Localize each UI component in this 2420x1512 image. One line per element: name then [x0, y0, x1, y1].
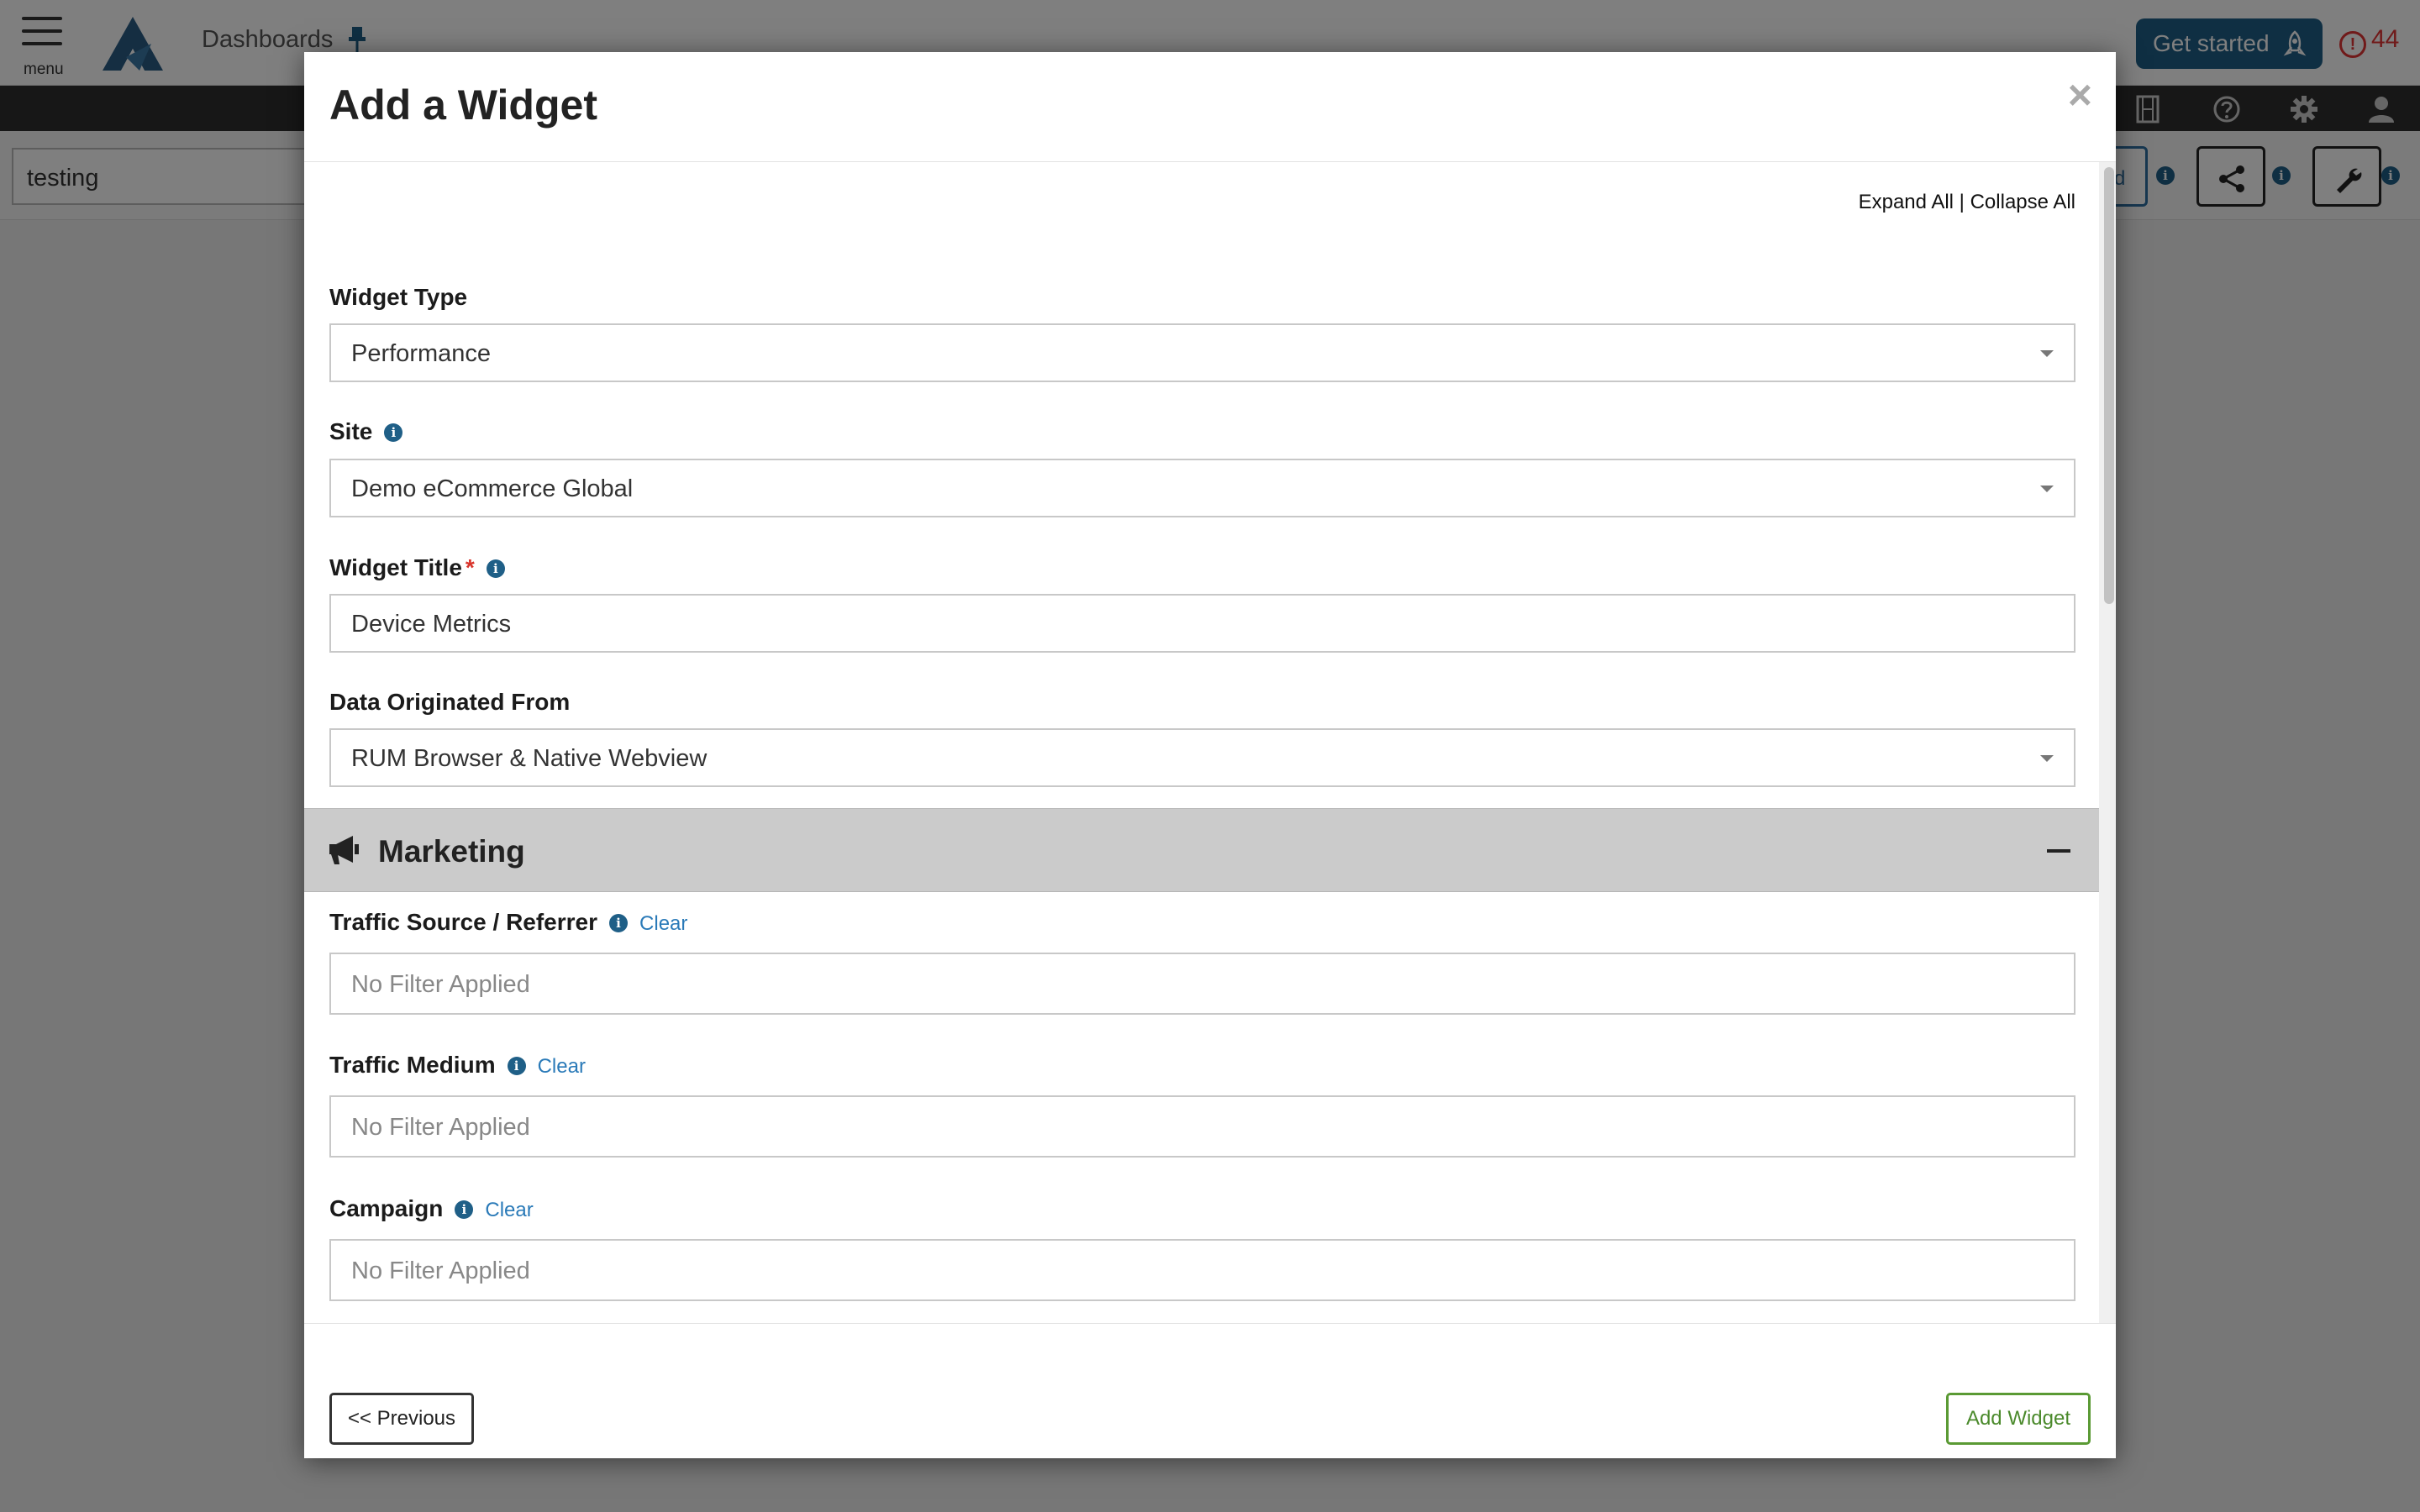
traffic-source-label-text: Traffic Source / Referrer — [329, 909, 598, 935]
link-separator: | — [1954, 191, 1970, 213]
widget-type-label-text: Widget Type — [329, 284, 468, 310]
traffic-source-clear-link[interactable]: Clear — [639, 912, 687, 936]
traffic-medium-label-text: Traffic Medium — [329, 1052, 496, 1078]
collapse-icon[interactable] — [2047, 849, 2070, 853]
traffic-medium-clear-link[interactable]: Clear — [538, 1055, 586, 1079]
site-value: Demo eCommerce Global — [351, 475, 634, 502]
previous-button[interactable]: << Previous — [329, 1393, 474, 1445]
chevron-down-icon — [2040, 755, 2054, 762]
megaphone-icon — [329, 836, 359, 864]
marketing-section-header[interactable]: Marketing — [304, 808, 2099, 892]
chevron-down-icon — [2040, 486, 2054, 492]
widget-title-label-text: Widget Title — [329, 554, 462, 580]
campaign-clear-link[interactable]: Clear — [485, 1199, 533, 1222]
required-marker: * — [465, 554, 475, 580]
data-origin-label-text: Data Originated From — [329, 689, 571, 715]
collapse-all-link[interactable]: Collapse All — [1970, 191, 2075, 213]
widget-title-label: Widget Title * i — [329, 554, 505, 581]
marketing-section-title: Marketing — [378, 834, 525, 869]
info-icon[interactable]: i — [507, 1057, 526, 1075]
traffic-source-filter-input[interactable]: No Filter Applied — [329, 953, 2075, 1015]
campaign-filter-input[interactable]: No Filter Applied — [329, 1239, 2075, 1301]
info-icon[interactable]: i — [384, 423, 403, 442]
info-icon[interactable]: i — [455, 1200, 474, 1219]
modal-body: Expand All | Collapse All Widget Type Pe… — [304, 162, 2116, 1323]
traffic-medium-label: Traffic Medium i Clear — [329, 1052, 586, 1079]
site-label-text: Site — [329, 418, 373, 444]
close-icon[interactable]: × — [2068, 71, 2092, 119]
expand-all-link[interactable]: Expand All — [1859, 191, 1954, 213]
scrollbar-thumb[interactable] — [2104, 167, 2114, 604]
traffic-medium-placeholder: No Filter Applied — [351, 1114, 530, 1141]
campaign-label-text: Campaign — [329, 1195, 444, 1221]
data-origin-value: RUM Browser & Native Webview — [351, 745, 708, 772]
modal-header: Add a Widget × — [304, 52, 2116, 162]
traffic-source-label: Traffic Source / Referrer i Clear — [329, 909, 687, 936]
info-icon[interactable]: i — [609, 914, 629, 932]
site-label: Site i — [329, 418, 403, 445]
chevron-down-icon — [2040, 350, 2054, 357]
modal-title: Add a Widget — [329, 81, 597, 129]
data-origin-select[interactable]: RUM Browser & Native Webview — [329, 728, 2075, 787]
campaign-label: Campaign i Clear — [329, 1195, 534, 1222]
widget-type-select[interactable]: Performance — [329, 323, 2075, 382]
widget-title-input[interactable]: Device Metrics — [329, 594, 2075, 653]
widget-type-label: Widget Type — [329, 284, 467, 311]
campaign-placeholder: No Filter Applied — [351, 1257, 530, 1284]
add-widget-modal: Add a Widget × Expand All | Collapse All… — [304, 52, 2116, 1458]
traffic-medium-filter-input[interactable]: No Filter Applied — [329, 1095, 2075, 1158]
info-icon[interactable]: i — [486, 559, 505, 578]
widget-title-value: Device Metrics — [351, 611, 512, 638]
modal-footer: << Previous Add Widget — [304, 1323, 2116, 1458]
add-widget-button[interactable]: Add Widget — [1946, 1393, 2091, 1445]
traffic-source-placeholder: No Filter Applied — [351, 971, 530, 998]
expand-collapse-controls: Expand All | Collapse All — [1859, 191, 2075, 214]
site-select[interactable]: Demo eCommerce Global — [329, 459, 2075, 517]
widget-type-value: Performance — [351, 340, 492, 367]
data-origin-label: Data Originated From — [329, 689, 570, 716]
